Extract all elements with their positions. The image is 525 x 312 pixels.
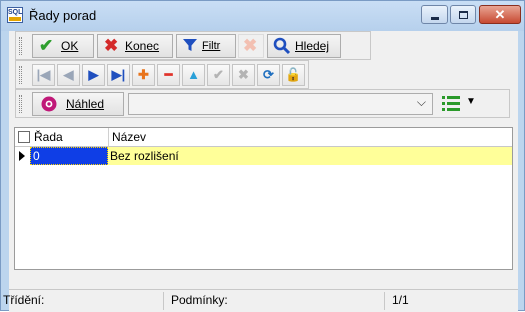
minimize-button[interactable]	[421, 5, 448, 24]
nav-next-button[interactable]: ▶	[82, 64, 105, 86]
nahled-button[interactable]: Náhled	[32, 92, 124, 116]
status-sort-label: Třídění:	[3, 293, 45, 307]
preview-toolbar: Náhled ⌵ ▼	[15, 89, 510, 118]
maximize-icon	[459, 11, 468, 19]
main-toolbar: ✔ OK ✖ Konec Filtr ✖ Hledej	[15, 31, 371, 60]
preview-select[interactable]: ⌵	[128, 93, 433, 115]
cell-nazev[interactable]: Bez rozlišení	[108, 147, 512, 165]
minimize-icon	[431, 17, 439, 20]
eye-icon	[40, 95, 58, 118]
nav-lock-icon: 🔓	[285, 67, 302, 82]
column-header-nazev[interactable]: Název	[112, 130, 146, 144]
nav-first-icon: |◀	[36, 67, 51, 82]
nav-delete-icon: ━	[164, 67, 173, 82]
client-area: ✔ OK ✖ Konec Filtr ✖ Hledej |◀ ◀ ▶ ▶| ✚ …	[3, 31, 518, 312]
toolbar-grip[interactable]	[19, 37, 22, 55]
nav-first-button[interactable]: |◀	[32, 64, 55, 86]
nav-prior-icon: ◀	[63, 67, 74, 82]
table-row[interactable]: 0 Bez rozlišení	[15, 147, 512, 165]
hledej-label: Hledej	[295, 39, 330, 53]
nav-edit-icon: ▲	[187, 67, 200, 82]
konec-button[interactable]: ✖ Konec	[97, 34, 173, 58]
nav-lock-button[interactable]: 🔓	[282, 64, 305, 86]
check-icon: ✔	[39, 36, 54, 55]
filtr-label: Filtr	[202, 40, 221, 52]
chevron-down-icon: ⌵	[416, 95, 426, 109]
funnel-icon	[182, 37, 198, 58]
status-record-position: 1/1	[392, 293, 409, 307]
nav-post-button[interactable]: ✔	[207, 64, 230, 86]
column-header-rada[interactable]: Řada	[34, 130, 63, 144]
nav-insert-icon: ✚	[138, 67, 149, 82]
data-grid[interactable]: Řada Název 0 Bez rozlišení	[14, 127, 513, 270]
clear-filter-button[interactable]: ✖	[238, 34, 264, 58]
nav-refresh-icon: ⟳	[263, 67, 274, 82]
status-conditions-label: Podmínky:	[171, 293, 228, 307]
current-row-indicator-icon	[19, 151, 25, 161]
nav-next-icon: ▶	[88, 67, 99, 82]
nav-delete-button[interactable]: ━	[157, 64, 180, 86]
nav-edit-button[interactable]: ▲	[182, 64, 205, 86]
maximize-button[interactable]	[450, 5, 476, 24]
filtr-button[interactable]: Filtr	[176, 34, 236, 58]
nahled-label: Náhled	[66, 97, 105, 111]
window-title: Řady porad	[29, 8, 97, 23]
caret-down-icon[interactable]: ▼	[466, 96, 476, 107]
clear-filter-icon: ✖	[243, 36, 258, 55]
konec-label: Konec	[125, 39, 160, 53]
navigator-toolbar: |◀ ◀ ▶ ▶| ✚ ━ ▲ ✔ ✖ ⟳ 🔓	[15, 60, 309, 89]
grid-header: Řada Název	[15, 128, 512, 147]
nav-prior-button[interactable]: ◀	[57, 64, 80, 86]
nav-cancel-button[interactable]: ✖	[232, 64, 255, 86]
cell-rada[interactable]: 0	[30, 147, 108, 165]
list-icon[interactable]	[442, 95, 460, 111]
x-icon: ✖	[104, 36, 119, 55]
hledej-button[interactable]: Hledej	[267, 34, 341, 58]
app-window: SQL Řady porad ✕ ✔ OK ✖ Konec Filtr ✖ Hl…	[0, 0, 525, 312]
nav-post-icon: ✔	[213, 67, 224, 82]
toolbar-grip[interactable]	[19, 95, 22, 113]
nav-last-icon: ▶|	[111, 67, 126, 82]
ok-label: OK	[61, 39, 79, 53]
nav-refresh-button[interactable]: ⟳	[257, 64, 280, 86]
app-logo-icon: SQL	[7, 7, 23, 23]
nav-insert-button[interactable]: ✚	[132, 64, 155, 86]
toolbar-grip[interactable]	[19, 66, 22, 84]
title-bar[interactable]: SQL Řady porad ✕	[1, 1, 524, 31]
ok-button[interactable]: ✔ OK	[32, 34, 94, 58]
nav-cancel-icon: ✖	[238, 67, 249, 82]
magnifier-icon	[273, 37, 291, 60]
close-icon: ✕	[494, 7, 506, 22]
select-all-checkbox[interactable]	[18, 131, 30, 143]
status-bar: Třídění: Podmínky: 1/1	[3, 289, 518, 312]
close-button[interactable]: ✕	[479, 5, 521, 24]
nav-last-button[interactable]: ▶|	[107, 64, 130, 86]
